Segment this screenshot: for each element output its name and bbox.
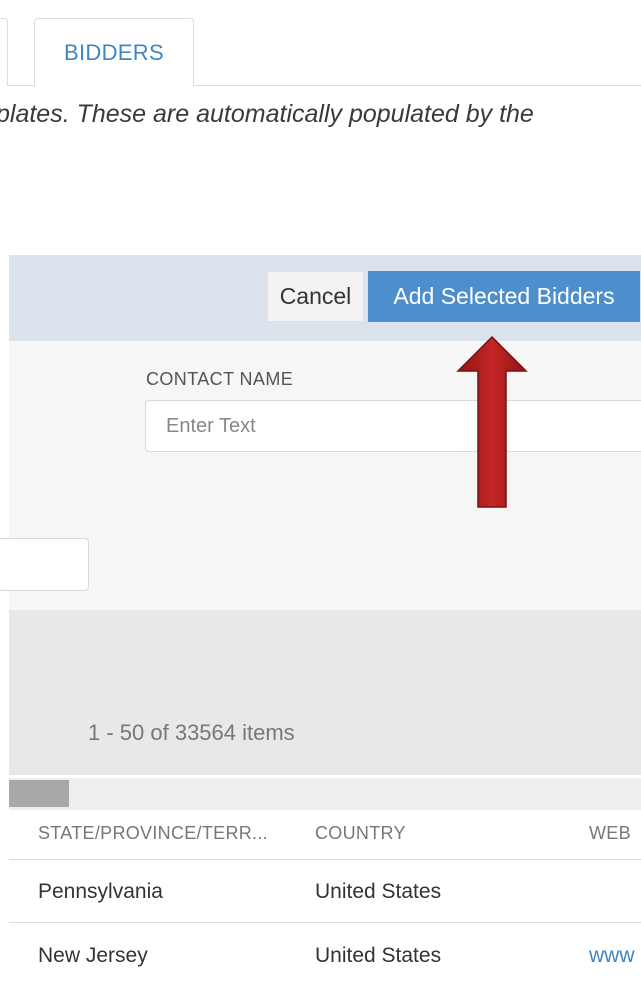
contact-name-placeholder: Enter Text (166, 415, 256, 437)
cancel-button[interactable]: Cancel (267, 271, 364, 322)
add-bidders-panel: Cancel Add Selected Bidders CONTACT NAME… (0, 255, 641, 775)
cell-state: Pennsylvania (38, 880, 163, 903)
red-up-arrow-icon (456, 335, 528, 508)
column-header-country[interactable]: COUNTRY (315, 823, 406, 844)
cell-web-link[interactable]: www (589, 944, 635, 968)
cell-country: United States (315, 944, 442, 967)
panel-header: Cancel Add Selected Bidders (9, 255, 641, 341)
contact-name-input[interactable]: Enter Text (145, 400, 641, 452)
table-row[interactable]: Pennsylvania United States (9, 860, 641, 923)
table-header: STATE/PROVINCE/TERR... COUNTRY WEB (9, 810, 641, 860)
horizontal-scrollbar[interactable] (9, 778, 641, 810)
add-selected-bidders-button[interactable]: Add Selected Bidders (368, 271, 640, 322)
tab-previous[interactable] (0, 18, 8, 86)
cell-state: New Jersey (38, 944, 148, 967)
results-area: 1 - 50 of 33564 items (9, 610, 641, 775)
table-row[interactable]: New Jersey United States www (9, 924, 641, 982)
contact-name-label: CONTACT NAME (146, 369, 294, 389)
intro-text: plates. These are automatically populate… (0, 100, 641, 140)
tab-bidders-label: BIDDERS (64, 39, 164, 65)
filter-input[interactable] (0, 538, 89, 591)
scrollbar-thumb[interactable] (9, 780, 69, 807)
tab-bidders[interactable]: BIDDERS (34, 18, 194, 87)
intro-text-content: plates. These are automatically populate… (0, 100, 534, 128)
cell-country: United States (315, 880, 442, 903)
tab-bar: BIDDERS (0, 0, 641, 87)
items-count: 1 - 50 of 33564 items (88, 720, 295, 745)
column-header-web[interactable]: WEB (589, 823, 631, 844)
column-header-state[interactable]: STATE/PROVINCE/TERR... (38, 823, 268, 844)
